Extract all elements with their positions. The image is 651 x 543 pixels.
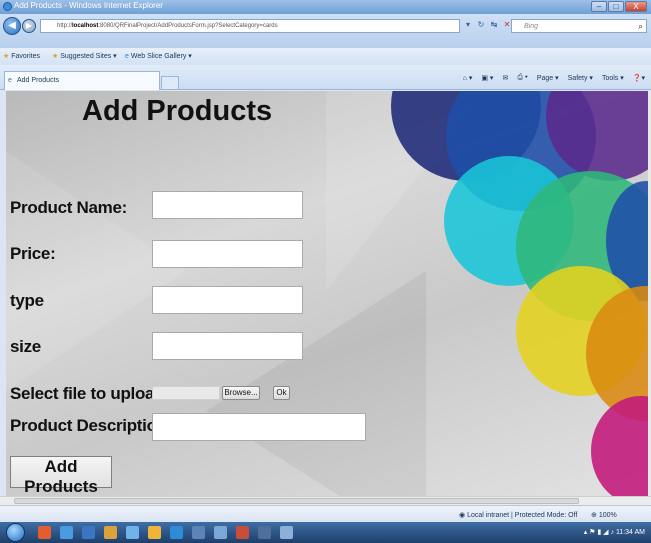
status-bar: ◉ Local intranet | Protected Mode: Off ⊕…	[0, 505, 651, 522]
taskbar: ▴ ⚑ ▮ ◢ ♪ 11:34 AM	[0, 522, 651, 543]
page-icon: e	[8, 77, 12, 84]
browser-window: Add Products - Windows Internet Explorer…	[0, 0, 651, 543]
refresh-icon[interactable]: ↻	[476, 20, 486, 30]
minimize-button[interactable]: –	[591, 1, 607, 12]
address-input[interactable]: http://localhost:8080/QRFinalProject/Add…	[40, 19, 460, 33]
product-description-input[interactable]	[152, 413, 366, 441]
search-placeholder: Bing	[524, 23, 539, 30]
maximize-button[interactable]: □	[608, 1, 624, 12]
ok-button[interactable]: Ok	[273, 386, 290, 400]
taskbar-app-icon[interactable]	[214, 526, 227, 539]
taskbar-app-icon[interactable]	[258, 526, 271, 539]
help-icon[interactable]: ❓▾	[633, 74, 645, 82]
type-input[interactable]	[152, 286, 303, 314]
type-label: type	[10, 291, 44, 310]
favorites-button[interactable]: ★ Favorites	[3, 52, 40, 60]
page-content: Add Products Product Name: Price: type s…	[6, 91, 648, 496]
taskbar-app-icon[interactable]	[82, 526, 95, 539]
taskbar-app-icon[interactable]	[192, 526, 205, 539]
history-icon[interactable]: ↹	[489, 20, 499, 30]
zoom-control[interactable]: ⊕ 100%	[591, 511, 617, 519]
product-description-label: Product Description:	[10, 416, 173, 435]
product-name-label: Product Name:	[10, 198, 128, 217]
window-title: Add Products - Windows Internet Explorer	[14, 1, 163, 10]
tray-icons[interactable]: ▴ ⚑ ▮ ◢ ♪	[584, 529, 616, 536]
tab-add-products[interactable]: e Add Products	[4, 71, 160, 90]
zoom-icon: ⊕	[591, 512, 597, 519]
file-path-field[interactable]	[152, 386, 220, 400]
window-controls: – □ X	[591, 1, 647, 12]
price-input[interactable]	[152, 240, 303, 268]
taskbar-app-icon[interactable]	[236, 526, 249, 539]
address-row: ◀ ▶ http://localhost:8080/QRFinalProject…	[0, 14, 651, 48]
taskbar-app-icon[interactable]	[126, 526, 139, 539]
taskbar-app-icon[interactable]	[38, 526, 51, 539]
upload-label: Select file to upload:	[10, 384, 170, 403]
favorites-bar: ★ Favorites ★ Suggested Sites ▾ e Web Sl…	[0, 48, 651, 65]
taskbar-app-icon[interactable]	[60, 526, 73, 539]
tools-menu[interactable]: Tools ▾	[602, 74, 624, 82]
taskbar-app-icon[interactable]	[148, 526, 161, 539]
feeds-icon[interactable]: ▣ ▾	[481, 74, 493, 82]
page-title: Add Products	[82, 95, 273, 127]
tab-label: Add Products	[17, 77, 60, 84]
forward-button[interactable]: ▶	[22, 19, 36, 33]
close-button[interactable]: X	[625, 1, 647, 12]
web-slice-gallery-link[interactable]: e Web Slice Gallery ▾	[125, 52, 192, 60]
clock[interactable]: 11:34 AM	[616, 529, 645, 536]
browse-button[interactable]: Browse...	[222, 386, 260, 400]
size-input[interactable]	[152, 332, 303, 360]
search-icon[interactable]: ⌕	[638, 21, 643, 32]
favorites-label: Favorites	[11, 53, 41, 60]
price-label: Price:	[10, 244, 56, 263]
safety-menu[interactable]: Safety ▾	[568, 74, 593, 82]
command-bar: ⌂ ▾ ▣ ▾ ✉ ⎙ ▾ Page ▾ Safety ▾ Tools ▾ ❓▾	[463, 74, 645, 82]
decorative-circle	[591, 396, 648, 496]
taskbar-app-icon[interactable]	[104, 526, 117, 539]
zoom-text: 100%	[598, 512, 617, 519]
suggested-sites-link[interactable]: ★ Suggested Sites ▾	[52, 52, 117, 60]
zone-text: Local intranet | Protected Mode: Off	[467, 512, 578, 519]
security-zone[interactable]: ◉ Local intranet | Protected Mode: Off	[459, 511, 577, 519]
home-icon[interactable]: ⌂ ▾	[463, 74, 473, 82]
scrollbar-thumb[interactable]	[14, 498, 579, 504]
search-input[interactable]: Bing ⌕	[511, 19, 647, 33]
address-tools: ▾ ↻ ↹ ✕	[463, 20, 512, 30]
web-slice-label: Web Slice Gallery ▾	[130, 53, 192, 60]
product-name-input[interactable]	[152, 191, 303, 219]
system-tray: ▴ ⚑ ▮ ◢ ♪ 11:34 AM	[584, 528, 645, 536]
mail-icon[interactable]: ✉	[502, 74, 508, 82]
add-favorite-icon: ★	[52, 53, 59, 60]
taskbar-app-icon[interactable]	[280, 526, 293, 539]
suggested-sites-label: Suggested Sites ▾	[60, 53, 117, 60]
new-tab-button[interactable]	[161, 76, 179, 90]
taskbar-app-icon[interactable]	[170, 526, 183, 539]
url-host: localhost	[72, 23, 99, 29]
ie-icon	[3, 2, 12, 11]
web-slice-icon: e	[125, 53, 129, 60]
compatibility-icon[interactable]: ▾	[463, 20, 473, 30]
print-icon[interactable]: ⎙ ▾	[517, 74, 528, 82]
start-button[interactable]	[6, 523, 25, 542]
star-icon: ★	[3, 53, 10, 60]
url-prefix: http://	[57, 23, 73, 29]
page-menu[interactable]: Page ▾	[537, 74, 559, 82]
url-rest: :8080/QRFinalProject/AddProductsForm.jsp…	[98, 23, 278, 29]
title-bar: Add Products - Windows Internet Explorer…	[0, 0, 651, 14]
size-label: size	[10, 337, 41, 356]
intranet-icon: ◉	[459, 512, 466, 519]
tab-row: e Add Products ⌂ ▾ ▣ ▾ ✉ ⎙ ▾ Page ▾ Safe…	[0, 65, 651, 90]
horizontal-scrollbar[interactable]	[0, 496, 651, 505]
back-button[interactable]: ◀	[3, 17, 21, 35]
add-products-button[interactable]: Add Products	[10, 456, 112, 496]
